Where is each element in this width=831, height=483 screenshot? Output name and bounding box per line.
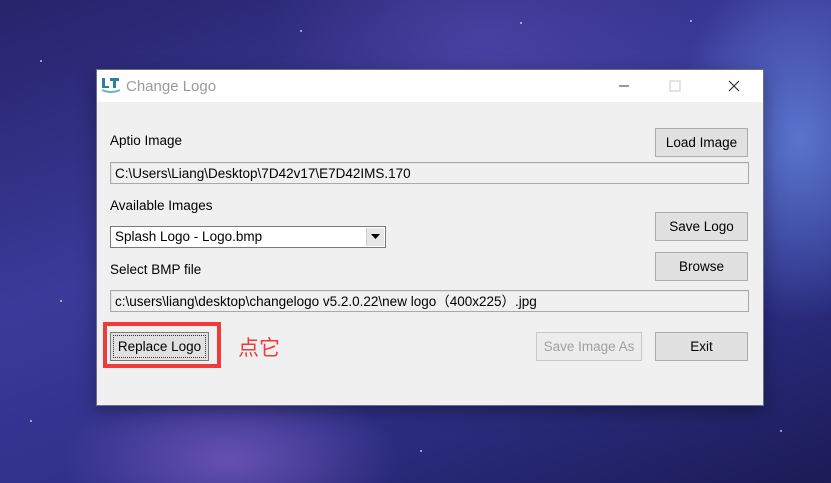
click-it-annotation: 点它 xyxy=(238,336,280,360)
close-icon xyxy=(728,80,740,92)
close-button[interactable] xyxy=(711,70,757,102)
app-icon xyxy=(101,77,121,93)
aptio-image-label: Aptio Image xyxy=(110,133,183,148)
browse-button[interactable]: Browse xyxy=(655,252,748,281)
bmp-file-path-field[interactable]: c:\users\liang\desktop\changelogo v5.2.0… xyxy=(110,290,749,312)
minimize-button[interactable] xyxy=(601,70,647,102)
save-logo-button[interactable]: Save Logo xyxy=(655,212,748,241)
load-image-button[interactable]: Load Image xyxy=(655,128,748,157)
available-images-label: Available Images xyxy=(110,198,213,213)
save-image-as-button[interactable]: Save Image As xyxy=(536,332,642,361)
chevron-down-icon xyxy=(371,234,380,239)
title-bar[interactable]: Change Logo xyxy=(97,70,763,102)
window-title: Change Logo xyxy=(126,78,217,95)
available-images-value: Splash Logo - Logo.bmp xyxy=(115,229,263,244)
select-bmp-label: Select BMP file xyxy=(110,262,202,277)
minimize-icon xyxy=(619,85,629,87)
replace-logo-highlight-box xyxy=(103,322,221,368)
dropdown-button[interactable] xyxy=(366,228,384,246)
exit-button[interactable]: Exit xyxy=(655,332,748,361)
maximize-button[interactable] xyxy=(652,70,698,102)
maximize-icon xyxy=(669,80,681,92)
aptio-image-path-field[interactable]: C:\Users\Liang\Desktop\7D42v17\E7D42IMS.… xyxy=(110,162,749,184)
available-images-select[interactable]: Splash Logo - Logo.bmp xyxy=(110,226,386,248)
